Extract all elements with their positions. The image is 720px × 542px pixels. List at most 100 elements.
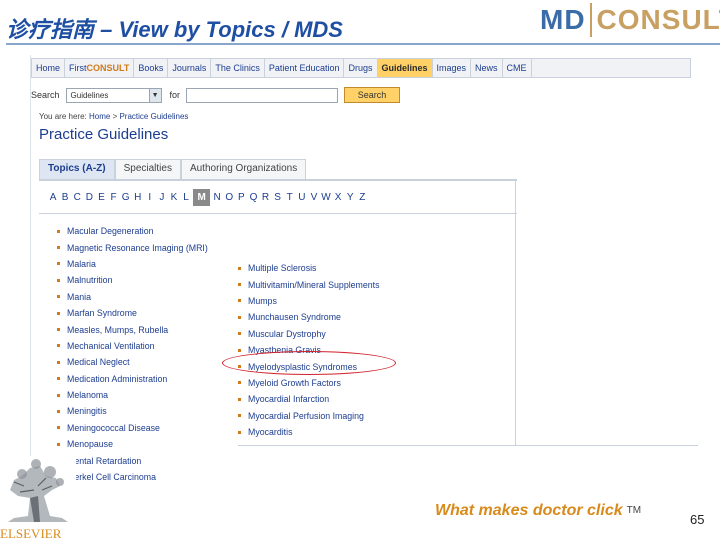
- topic-link[interactable]: Myocardial Infarction: [248, 394, 329, 404]
- topic-item[interactable]: Meningococcal Disease: [57, 420, 208, 436]
- letter-s[interactable]: S: [272, 192, 284, 203]
- topic-link[interactable]: Medical Neglect: [67, 357, 130, 367]
- topic-item[interactable]: Meningitis: [57, 403, 208, 419]
- letter-n[interactable]: N: [211, 192, 223, 203]
- topic-link[interactable]: Myeloid Growth Factors: [248, 378, 341, 388]
- breadcrumb-home-link[interactable]: Home: [89, 112, 110, 121]
- nav-home[interactable]: Home: [32, 59, 66, 77]
- letter-v[interactable]: V: [308, 192, 320, 203]
- topic-link[interactable]: Multiple Sclerosis: [248, 263, 316, 273]
- topic-item[interactable]: Mental Retardation: [57, 452, 208, 468]
- nav-the-clinics[interactable]: The Clinics: [211, 59, 265, 77]
- tab-topics-a-z[interactable]: Topics (A-Z): [39, 159, 115, 179]
- topic-link[interactable]: Mumps: [248, 296, 277, 306]
- letter-o[interactable]: O: [223, 192, 235, 203]
- topic-item[interactable]: Marfan Syndrome: [57, 305, 208, 321]
- nav-guidelines[interactable]: Guidelines: [377, 59, 433, 77]
- topic-link[interactable]: Munchausen Syndrome: [248, 312, 341, 322]
- topic-item[interactable]: Multivitamin/Mineral Supplements: [238, 276, 380, 292]
- topic-link[interactable]: Meningococcal Disease: [67, 423, 160, 433]
- letter-l[interactable]: L: [180, 192, 192, 203]
- nav-cme[interactable]: CME: [503, 59, 532, 77]
- letter-g[interactable]: G: [120, 192, 132, 203]
- search-scope-select[interactable]: Guidelines ▼: [65, 87, 162, 103]
- bullet-icon: [238, 332, 241, 336]
- topic-item[interactable]: Myocardial Perfusion Imaging: [238, 408, 380, 424]
- list-border-right: [515, 180, 516, 445]
- letter-x[interactable]: X: [332, 192, 344, 203]
- topic-link[interactable]: Myocarditis: [248, 427, 292, 437]
- letter-i[interactable]: I: [144, 192, 156, 203]
- nav-first-consult[interactable]: FirstCONSULT: [65, 59, 135, 77]
- letter-h[interactable]: H: [132, 192, 144, 203]
- topic-item[interactable]: Multiple Sclerosis: [238, 260, 380, 276]
- nav-images[interactable]: Images: [433, 59, 472, 77]
- topic-link[interactable]: Marfan Syndrome: [67, 308, 137, 318]
- bullet-icon: [57, 262, 60, 266]
- topic-link[interactable]: Meningitis: [67, 406, 107, 416]
- topic-item[interactable]: Melanoma: [57, 387, 208, 403]
- topic-link[interactable]: Measles, Mumps, Rubella: [67, 325, 168, 335]
- topic-link[interactable]: Medication Administration: [67, 374, 167, 384]
- topic-item[interactable]: Mechanical Ventilation: [57, 338, 208, 354]
- nav-journals[interactable]: Journals: [168, 59, 212, 77]
- topic-item[interactable]: Munchausen Syndrome: [238, 309, 380, 325]
- letter-b[interactable]: B: [59, 192, 71, 203]
- topic-item[interactable]: Myocardial Infarction: [238, 391, 380, 407]
- topic-link[interactable]: Mental Retardation: [67, 456, 141, 466]
- search-button[interactable]: Search: [344, 87, 401, 103]
- top-nav-bar: Home FirstCONSULT Books Journals The Cli…: [31, 58, 691, 78]
- letter-f[interactable]: F: [107, 192, 119, 203]
- letter-u[interactable]: U: [296, 192, 308, 203]
- tab-specialties[interactable]: Specialties: [114, 159, 181, 179]
- letter-r[interactable]: R: [260, 192, 272, 203]
- topic-link[interactable]: Myocardial Perfusion Imaging: [248, 411, 364, 421]
- letter-m[interactable]: M: [193, 188, 211, 206]
- for-label: for: [169, 90, 181, 100]
- nav-patient-education[interactable]: Patient Education: [265, 59, 345, 77]
- topic-item[interactable]: Menopause: [57, 436, 208, 452]
- topic-link[interactable]: Mania: [67, 292, 91, 302]
- chevron-down-icon[interactable]: ▼: [148, 88, 161, 102]
- letter-a[interactable]: A: [47, 192, 59, 203]
- nav-news[interactable]: News: [471, 59, 503, 77]
- tab-authoring-organizations[interactable]: Authoring Organizations: [180, 159, 307, 179]
- topic-item[interactable]: Medical Neglect: [57, 354, 208, 370]
- topic-link[interactable]: Merkel Cell Carcinoma: [67, 472, 156, 482]
- topic-item[interactable]: Measles, Mumps, Rubella: [57, 321, 208, 337]
- topic-link[interactable]: Mechanical Ventilation: [67, 341, 155, 351]
- letter-w[interactable]: W: [320, 192, 332, 203]
- letter-e[interactable]: E: [95, 192, 107, 203]
- letter-k[interactable]: K: [168, 192, 180, 203]
- topic-item[interactable]: Muscular Dystrophy: [238, 326, 380, 342]
- topic-link[interactable]: Malaria: [67, 259, 96, 269]
- topic-link[interactable]: Melanoma: [67, 390, 108, 400]
- topic-item[interactable]: Mumps: [238, 293, 380, 309]
- topic-link[interactable]: Multivitamin/Mineral Supplements: [248, 280, 380, 290]
- letter-p[interactable]: P: [235, 192, 247, 203]
- topic-item[interactable]: Magnetic Resonance Imaging (MRI): [57, 239, 208, 255]
- topic-item[interactable]: Macular Degeneration: [57, 223, 208, 239]
- topic-item[interactable]: Myocarditis: [238, 424, 380, 440]
- topic-link[interactable]: Malnutrition: [67, 275, 112, 285]
- letter-j[interactable]: J: [156, 192, 168, 203]
- topic-item[interactable]: Malaria: [57, 256, 208, 272]
- letter-y[interactable]: Y: [344, 192, 356, 203]
- letter-c[interactable]: C: [71, 192, 83, 203]
- topic-link[interactable]: Muscular Dystrophy: [248, 329, 326, 339]
- letter-q[interactable]: Q: [247, 192, 259, 203]
- topic-link[interactable]: Magnetic Resonance Imaging (MRI): [67, 243, 208, 253]
- topic-item[interactable]: Merkel Cell Carcinoma: [57, 469, 208, 485]
- nav-books[interactable]: Books: [134, 59, 169, 77]
- nav-drugs[interactable]: Drugs: [344, 59, 378, 77]
- topic-item[interactable]: Medication Administration: [57, 371, 208, 387]
- topic-item[interactable]: Malnutrition: [57, 272, 208, 288]
- letter-d[interactable]: D: [83, 192, 95, 203]
- topic-link[interactable]: Menopause: [67, 439, 113, 449]
- topic-item[interactable]: Myeloid Growth Factors: [238, 375, 380, 391]
- search-input[interactable]: [186, 87, 339, 103]
- topic-item[interactable]: Mania: [57, 289, 208, 305]
- topic-link[interactable]: Macular Degeneration: [67, 226, 154, 236]
- letter-t[interactable]: T: [284, 192, 296, 203]
- letter-z[interactable]: Z: [356, 192, 368, 203]
